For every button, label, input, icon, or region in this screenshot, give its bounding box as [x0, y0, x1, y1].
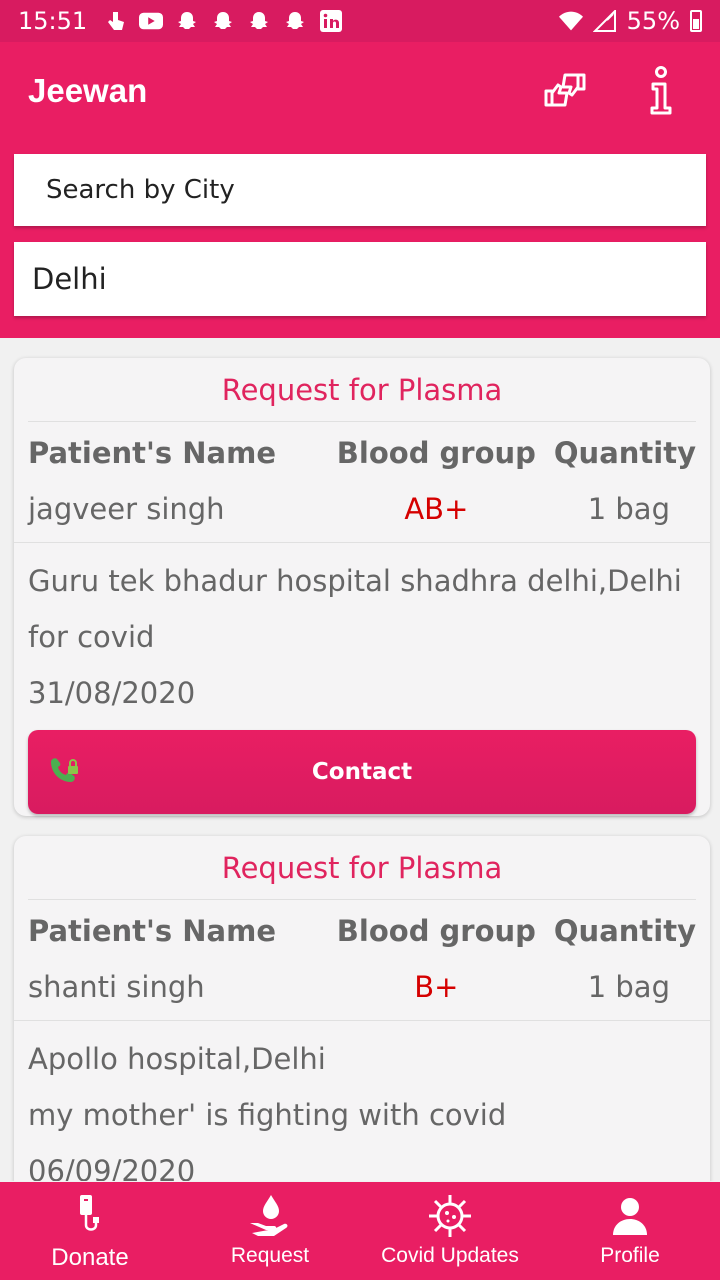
- request-list[interactable]: Request for Plasma Patient's Name jagvee…: [0, 338, 720, 1181]
- blood-group-value: B+: [414, 970, 459, 1004]
- nav-label: Request: [230, 1244, 310, 1267]
- system-status: 55%: [558, 7, 702, 35]
- nav-label: Profile: [600, 1244, 660, 1267]
- nav-profile[interactable]: Profile: [540, 1182, 720, 1280]
- linkedin-icon: [319, 9, 343, 33]
- request-note: my mother' is fighting with covid: [28, 1098, 507, 1132]
- snapchat-icon: [175, 9, 199, 33]
- blood-group-header: Blood group: [336, 914, 536, 948]
- search-city-field[interactable]: Search by City: [14, 154, 706, 226]
- status-bar: 15:51 55%: [0, 0, 720, 42]
- nav-donate[interactable]: Donate: [0, 1182, 180, 1280]
- blood-group-value: AB+: [404, 492, 469, 526]
- quantity-value: 1 bag: [587, 970, 670, 1004]
- patient-name: shanti singh: [28, 970, 205, 1004]
- app-bar: Jeewan: [0, 42, 720, 140]
- blood-drop-hand-icon: [246, 1192, 294, 1240]
- city-value: Delhi: [32, 262, 107, 296]
- patient-name-header: Patient's Name: [28, 436, 276, 470]
- nav-label: Covid Updates: [381, 1244, 519, 1267]
- signal-icon: [592, 9, 617, 33]
- phone-lock-icon: [48, 756, 80, 788]
- patient-name: jagveer singh: [28, 492, 225, 526]
- snapchat-icon: [283, 9, 307, 33]
- hospital-location: Apollo hospital,Delhi: [28, 1042, 326, 1076]
- contact-button[interactable]: Contact: [28, 730, 696, 814]
- notification-icons: [103, 9, 343, 33]
- search-placeholder: Search by City: [46, 175, 235, 205]
- search-area: Search by City Delhi: [0, 140, 720, 338]
- quantity-value: 1 bag: [587, 492, 670, 526]
- city-input[interactable]: Delhi: [14, 242, 706, 316]
- wifi-icon: [558, 9, 583, 33]
- snapchat-icon: [211, 9, 235, 33]
- card-header: Request for Plasma: [28, 836, 696, 900]
- contact-label: Contact: [311, 759, 413, 785]
- hospital-location: Guru tek bhadur hospital shadhra delhi,D…: [28, 564, 682, 598]
- request-details: Apollo hospital,Delhi my mother' is figh…: [14, 1021, 710, 1181]
- bottom-navigation: Donate Request Covid Updates Profile: [0, 1182, 720, 1280]
- youtube-icon: [139, 9, 164, 33]
- person-icon: [606, 1192, 654, 1240]
- patient-name-header: Patient's Name: [28, 914, 276, 948]
- battery-icon: [690, 10, 702, 32]
- nav-covid-updates[interactable]: Covid Updates: [360, 1182, 540, 1280]
- iv-drip-icon: [66, 1192, 114, 1240]
- snapchat-icon: [247, 9, 271, 33]
- info-icon[interactable]: [638, 66, 684, 115]
- battery-percent: 55%: [626, 7, 680, 35]
- nav-request[interactable]: Request: [180, 1182, 360, 1280]
- request-card: Request for Plasma Patient's Name jagvee…: [14, 358, 710, 816]
- card-header: Request for Plasma: [28, 358, 696, 422]
- request-note: for covid: [28, 620, 155, 654]
- request-date: 31/08/2020: [28, 676, 196, 710]
- status-time: 15:51: [18, 7, 88, 35]
- nav-label: Donate: [51, 1244, 129, 1271]
- touch-icon: [103, 9, 127, 33]
- request-details: Guru tek bhadur hospital shadhra delhi,D…: [14, 543, 710, 721]
- quantity-header: Quantity: [553, 436, 696, 470]
- request-date: 06/09/2020: [28, 1154, 196, 1181]
- feedback-icon[interactable]: [542, 68, 588, 114]
- app-title: Jeewan: [28, 72, 148, 109]
- virus-icon: [426, 1192, 474, 1240]
- request-card: Request for Plasma Patient's Name shanti…: [14, 836, 710, 1181]
- quantity-header: Quantity: [553, 914, 696, 948]
- blood-group-header: Blood group: [336, 436, 536, 470]
